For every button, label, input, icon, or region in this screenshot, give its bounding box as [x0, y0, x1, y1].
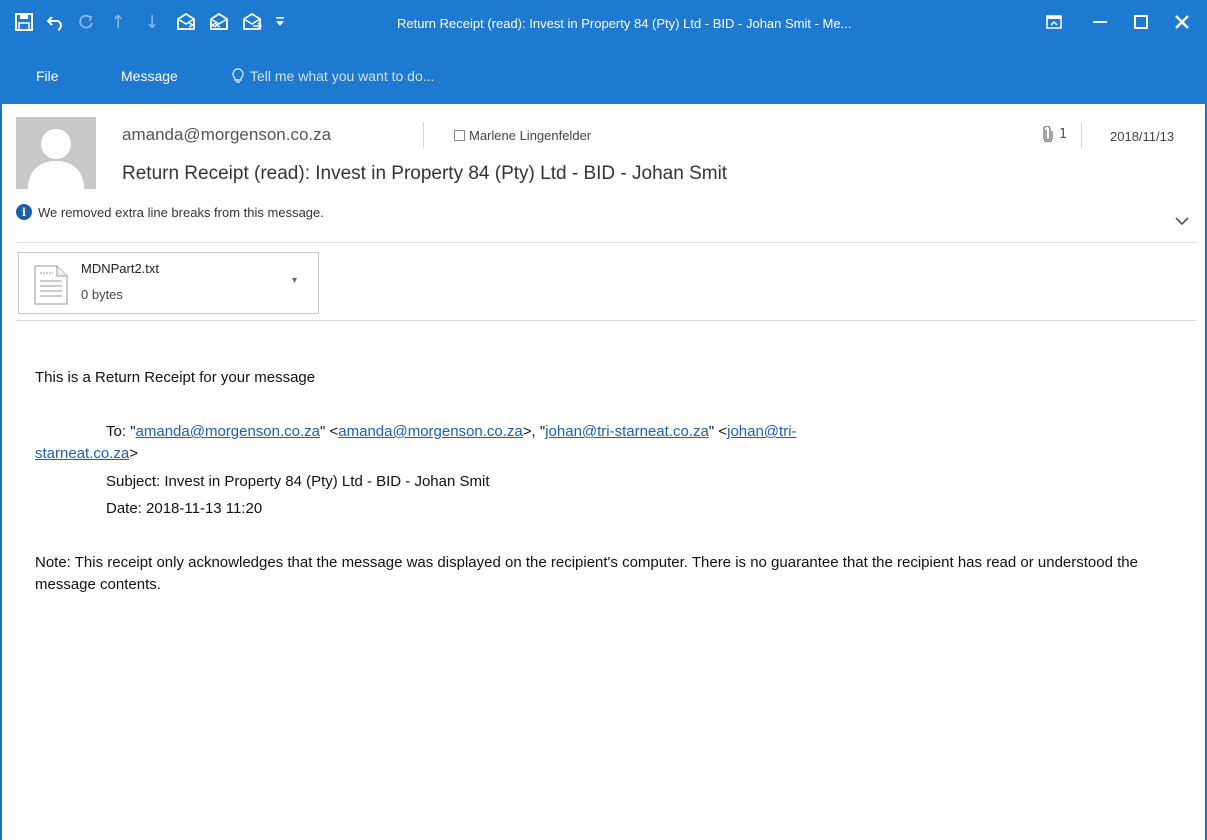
recipient[interactable]: Marlene Lingenfelder — [454, 128, 591, 143]
sender-address[interactable]: amanda@morgenson.co.za — [122, 125, 331, 145]
attachment-count: 1 — [1043, 126, 1067, 142]
attachment-name: MDNPart2.txt — [81, 261, 160, 276]
message-date: 2018/11/13 — [1110, 129, 1175, 144]
up-icon[interactable]: ↑ — [106, 10, 130, 34]
punct: > — [129, 445, 138, 462]
divider — [423, 122, 424, 148]
punct: >, " — [522, 423, 546, 440]
tell-me-search[interactable]: Tell me what you want to do... — [232, 68, 434, 84]
save-icon[interactable] — [12, 10, 36, 34]
reply-all-icon[interactable] — [207, 10, 231, 34]
body-note: Note: This receipt only acknowledges tha… — [35, 554, 1138, 593]
attachment-dropdown-icon[interactable]: ▾ — [292, 275, 297, 286]
info-notice: We removed extra line breaks from this m… — [38, 204, 324, 220]
email-link[interactable]: amanda@morgenson.co.za — [338, 423, 523, 440]
tab-file[interactable]: File — [36, 68, 59, 84]
forward-icon[interactable] — [240, 10, 264, 34]
redo-icon[interactable] — [74, 10, 98, 34]
tell-me-placeholder: Tell me what you want to do... — [250, 68, 435, 84]
info-bar[interactable]: i We removed extra line breaks from this… — [16, 204, 324, 220]
tab-message[interactable]: Message — [121, 68, 178, 84]
body-intro: This is a Return Receipt for your messag… — [35, 369, 316, 386]
title-bar: ↑ ↓ Return Receipt (read): Invest in Pro… — [0, 0, 1207, 60]
close-icon[interactable] — [1164, 10, 1200, 34]
info-icon: i — [16, 204, 32, 220]
attachment-card[interactable]: MDNPart2.txt 0 bytes ▾ — [18, 252, 319, 314]
divider — [1081, 122, 1082, 148]
email-link[interactable]: johan@tri- — [727, 423, 796, 440]
recipient-presence-icon — [454, 130, 465, 141]
minimize-icon[interactable] — [1082, 10, 1118, 34]
body-date-line: Date: 2018-11-13 11:20 — [106, 500, 263, 517]
email-link[interactable]: johan@tri-starneat.co.za — [545, 423, 709, 440]
maximize-icon[interactable] — [1123, 10, 1159, 34]
chevron-down-icon[interactable] — [1175, 214, 1191, 230]
body-subject-line: Subject: Invest in Property 84 (Pty) Ltd… — [106, 473, 490, 490]
message-subject: Return Receipt (read): Invest in Propert… — [122, 163, 728, 184]
body-to-line-wrap: starneat.co.za> — [35, 443, 138, 465]
punct: " < — [320, 423, 339, 440]
text-file-icon — [33, 265, 69, 305]
email-link[interactable]: starneat.co.za — [35, 445, 129, 462]
attachment-size: 0 bytes — [81, 287, 123, 302]
avatar — [16, 117, 96, 189]
to-label: To: — [106, 423, 131, 440]
ribbon-display-options-icon[interactable] — [1036, 10, 1072, 34]
customize-icon[interactable] — [268, 10, 292, 34]
punct: " < — [708, 423, 728, 440]
body-to-line: To: "amanda@morgenson.co.za" <amanda@mor… — [106, 421, 797, 443]
email-link[interactable]: amanda@morgenson.co.za — [136, 423, 321, 440]
down-icon[interactable]: ↓ — [140, 10, 164, 34]
lightbulb-icon — [232, 68, 244, 83]
ribbon: File Message Tell me what you want to do… — [0, 60, 1207, 104]
reply-icon[interactable] — [174, 10, 198, 34]
recipient-name: Marlene Lingenfelder — [469, 128, 592, 143]
divider — [16, 320, 1197, 321]
undo-icon[interactable] — [44, 10, 68, 34]
window-title: Return Receipt (read): Invest in Propert… — [397, 16, 852, 31]
paperclip-icon — [1043, 126, 1053, 142]
divider — [16, 242, 1197, 243]
attachment-count-value: 1 — [1059, 126, 1068, 142]
